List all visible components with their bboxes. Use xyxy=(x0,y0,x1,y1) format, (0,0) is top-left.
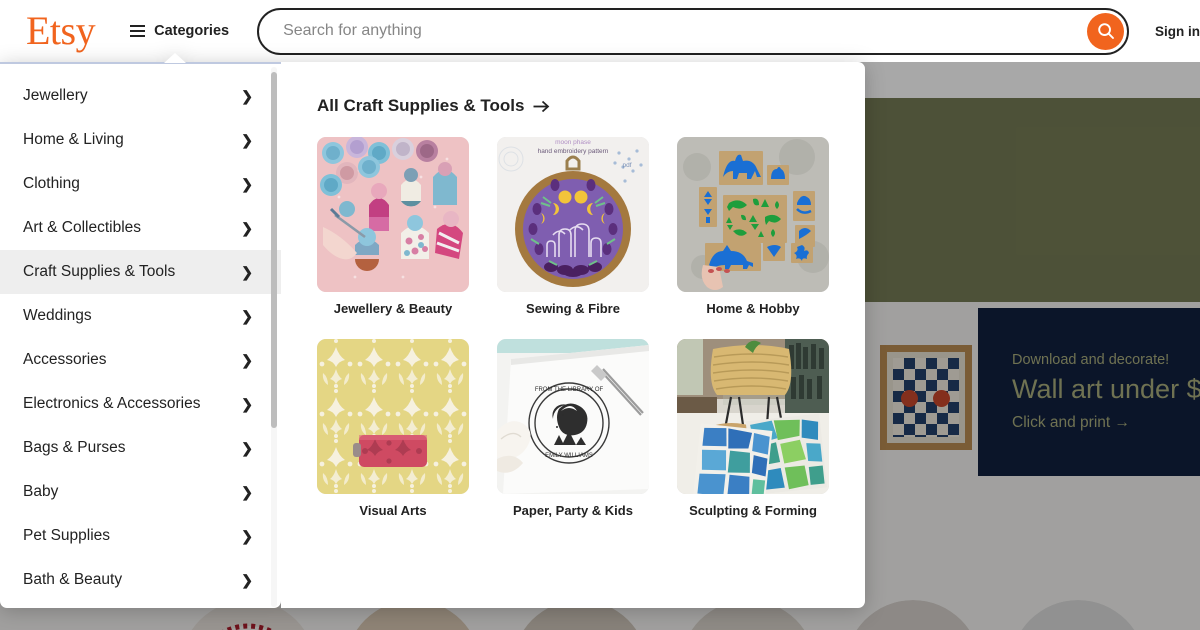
category-item-weddings[interactable]: Weddings ❯ xyxy=(0,294,281,338)
category-item-craft-supplies-tools[interactable]: Craft Supplies & Tools ❯ xyxy=(0,250,281,294)
category-item-art-collectibles[interactable]: Art & Collectibles ❯ xyxy=(0,206,281,250)
sign-in-link[interactable]: Sign in xyxy=(1155,24,1200,39)
search-button[interactable] xyxy=(1087,12,1124,50)
category-item-bags-purses[interactable]: Bags & Purses ❯ xyxy=(0,426,281,470)
category-item-clothing[interactable]: Clothing ❯ xyxy=(0,162,281,206)
chevron-right-icon: ❯ xyxy=(241,308,253,324)
arrow-right-icon xyxy=(533,100,550,112)
category-label: Weddings xyxy=(23,307,92,324)
library-book-stamp-image: FROM THE LIBRARY OF EMILY WILLIAMS xyxy=(497,339,649,494)
panel-title: All Craft Supplies & Tools xyxy=(317,96,525,115)
chevron-right-icon: ❯ xyxy=(241,176,253,192)
tile-label: Visual Arts xyxy=(359,503,427,518)
chevron-right-icon: ❯ xyxy=(241,572,253,588)
tile-label: Home & Hobby xyxy=(706,301,800,316)
categories-button-label: Categories xyxy=(154,23,230,39)
search-input[interactable] xyxy=(257,7,1129,55)
category-label: Bags & Purses xyxy=(23,439,126,456)
svg-text:pdf: pdf xyxy=(622,162,631,169)
svg-text:FROM THE LIBRARY OF: FROM THE LIBRARY OF xyxy=(535,387,604,393)
category-label: Baby xyxy=(23,483,59,500)
category-label: Electronics & Accessories xyxy=(23,395,201,412)
chevron-right-icon: ❯ xyxy=(241,352,253,368)
rubber-stamps-image xyxy=(677,137,829,292)
category-label: Craft Supplies & Tools xyxy=(23,263,176,280)
category-list: Jewellery ❯ Home & Living ❯ Clothing ❯ A… xyxy=(0,62,281,608)
category-label: Clothing xyxy=(23,175,80,192)
etsy-homepage: Registry Gift Cards ave! r $50 Download … xyxy=(0,0,1200,630)
category-item-accessories[interactable]: Accessories ❯ xyxy=(0,338,281,382)
tile-label: Sculpting & Forming xyxy=(689,503,817,518)
chevron-right-icon: ❯ xyxy=(241,220,253,236)
chevron-right-icon: ❯ xyxy=(241,88,253,104)
chevron-right-icon: ❯ xyxy=(241,264,253,280)
subcategory-grid: Jewellery & Beauty moon phase hand embro… xyxy=(317,137,865,518)
embroidery-hoop-image: moon phase hand embroidery pattern pdf xyxy=(497,137,649,292)
chevron-right-icon: ❯ xyxy=(241,396,253,412)
etsy-logo[interactable]: Etsy xyxy=(26,11,96,51)
category-item-jewellery[interactable]: Jewellery ❯ xyxy=(0,74,281,118)
svg-text:hand embroidery pattern: hand embroidery pattern xyxy=(538,148,609,155)
subcategory-panel: All Craft Supplies & Tools Jewellery & B… xyxy=(281,62,865,608)
category-item-electronics-accessories[interactable]: Electronics & Accessories ❯ xyxy=(0,382,281,426)
subcategory-tile-home-hobby[interactable]: Home & Hobby xyxy=(677,137,829,316)
categories-button[interactable]: Categories xyxy=(130,23,229,39)
subcategory-tile-visual-arts[interactable]: Visual Arts xyxy=(317,339,469,518)
svg-text:moon phase: moon phase xyxy=(555,139,591,146)
search-icon xyxy=(1097,23,1114,39)
category-item-bath-beauty[interactable]: Bath & Beauty ❯ xyxy=(0,558,281,602)
painted-clay-earrings-image xyxy=(317,137,469,292)
category-item-pet-supplies[interactable]: Pet Supplies ❯ xyxy=(0,514,281,558)
chevron-right-icon: ❯ xyxy=(241,484,253,500)
chevron-right-icon: ❯ xyxy=(241,440,253,456)
subcategory-tile-sewing-fibre[interactable]: moon phase hand embroidery pattern pdf S… xyxy=(497,137,649,316)
category-label: Home & Living xyxy=(23,131,124,148)
hamburger-icon xyxy=(130,25,146,37)
category-list-scrollbar[interactable] xyxy=(271,67,277,607)
tile-label: Jewellery & Beauty xyxy=(333,301,453,316)
tile-label: Sewing & Fibre xyxy=(526,301,620,316)
category-label: Pet Supplies xyxy=(23,527,111,544)
search-bar xyxy=(257,7,1129,55)
category-label: Art & Collectibles xyxy=(23,219,142,236)
categories-dropdown: Jewellery ❯ Home & Living ❯ Clothing ❯ A… xyxy=(0,53,865,608)
svg-text:EMILY WILLIAMS: EMILY WILLIAMS xyxy=(545,453,593,459)
category-item-home-living[interactable]: Home & Living ❯ xyxy=(0,118,281,162)
subcategory-tile-paper-party-kids[interactable]: FROM THE LIBRARY OF EMILY WILLIAMS Paper… xyxy=(497,339,649,518)
all-craft-supplies-link[interactable]: All Craft Supplies & Tools xyxy=(317,96,865,116)
chevron-right-icon: ❯ xyxy=(241,132,253,148)
category-label: Bath & Beauty xyxy=(23,571,123,588)
scrollbar-thumb[interactable] xyxy=(271,72,277,428)
category-item-baby[interactable]: Baby ❯ xyxy=(0,470,281,514)
tile-label: Paper, Party & Kids xyxy=(513,503,633,518)
category-label: Jewellery xyxy=(23,87,88,104)
dropdown-caret-icon xyxy=(164,53,186,63)
mosaic-coasters-image xyxy=(677,339,829,494)
chevron-right-icon: ❯ xyxy=(241,528,253,544)
category-label: Accessories xyxy=(23,351,107,368)
subcategory-tile-sculpting-forming[interactable]: Sculpting & Forming xyxy=(677,339,829,518)
subcategory-tile-jewellery-beauty[interactable]: Jewellery & Beauty xyxy=(317,137,469,316)
damask-paint-roller-image xyxy=(317,339,469,494)
